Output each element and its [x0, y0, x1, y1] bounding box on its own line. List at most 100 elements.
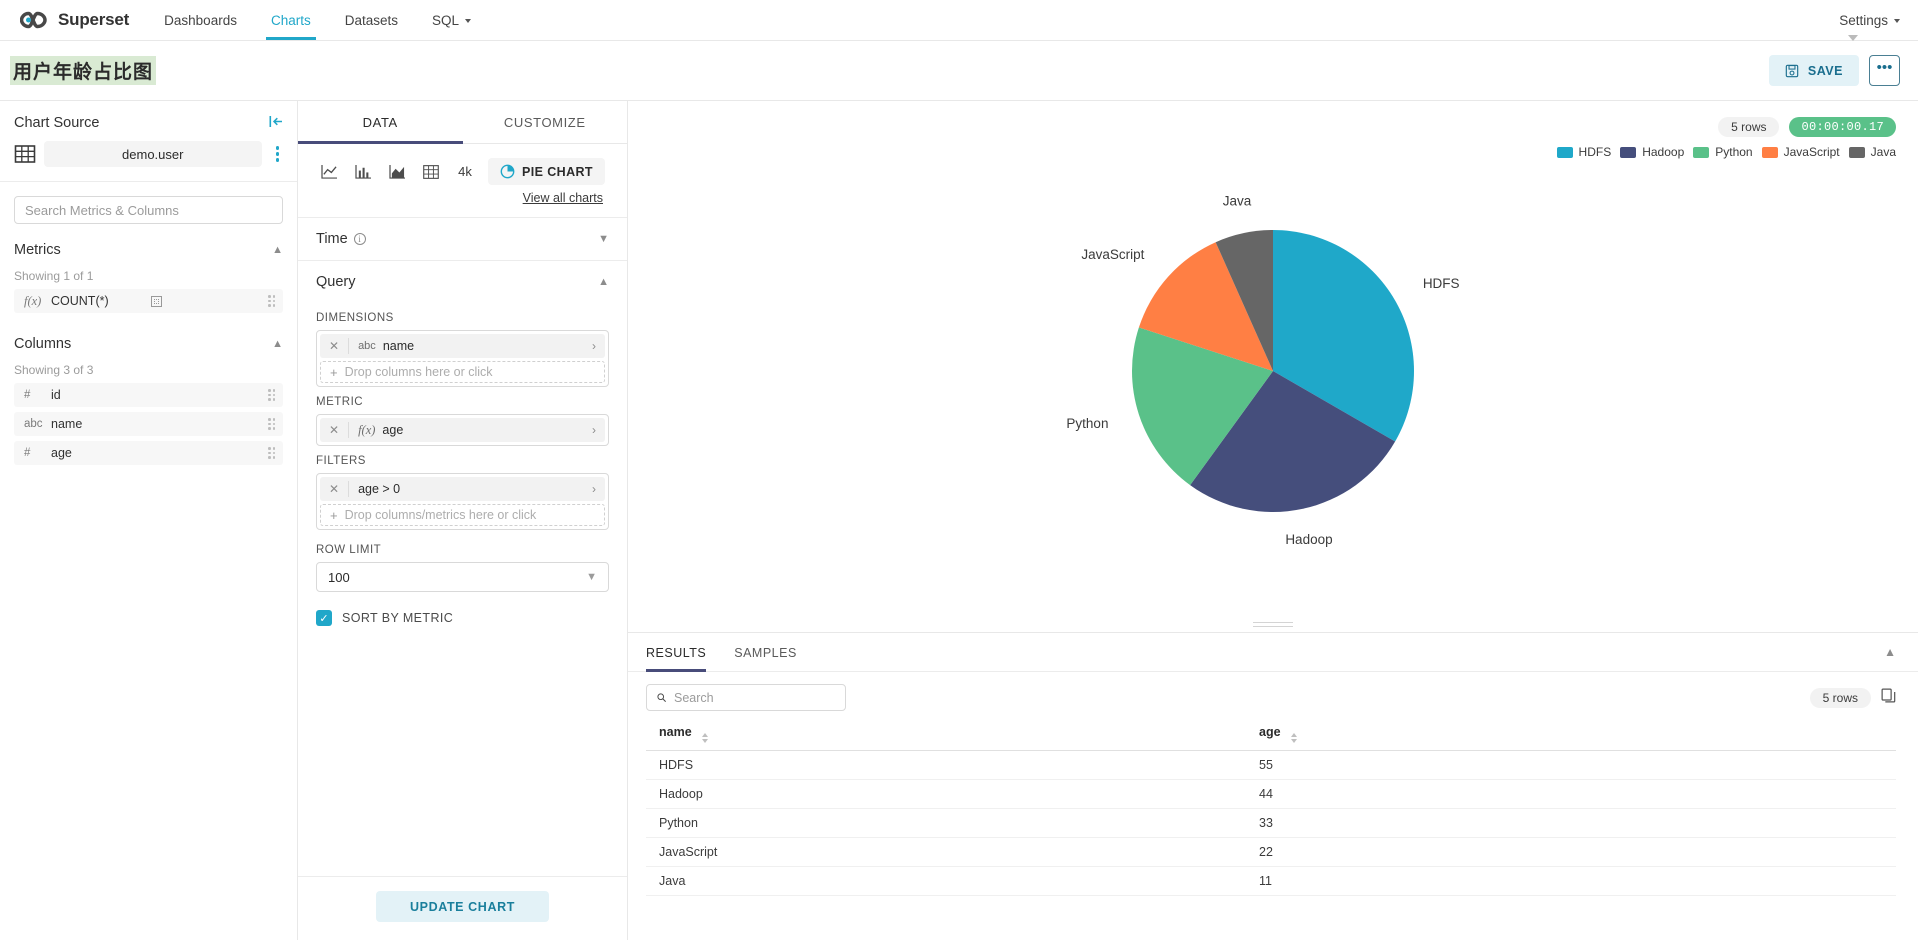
view-all-charts-link[interactable]: View all charts	[298, 185, 627, 205]
drag-handle-icon[interactable]	[268, 447, 275, 459]
line-chart-icon[interactable]	[314, 159, 344, 185]
nav-settings-menu[interactable]: Settings	[1839, 0, 1918, 40]
more-options-button[interactable]: •••	[1869, 55, 1900, 86]
column-header-age[interactable]: age	[1246, 721, 1896, 751]
nav-link-datasets-label: Datasets	[344, 12, 398, 28]
nav-link-dashboards[interactable]: Dashboards	[147, 0, 254, 40]
title-bar-actions: SAVE •••	[1768, 55, 1900, 86]
drag-handle-icon[interactable]	[268, 418, 275, 430]
columns-section-title: Columns	[14, 336, 72, 352]
row-limit-select[interactable]: 100 ▼	[316, 562, 609, 592]
table-row[interactable]: Java 11	[646, 866, 1896, 896]
table-row[interactable]: Python 33	[646, 808, 1896, 838]
dimensions-dropzone[interactable]: + Drop columns here or click	[320, 361, 605, 383]
query-section-header[interactable]: Query ▲	[298, 260, 627, 303]
dimensions-dropzone-label: Drop columns here or click	[344, 365, 493, 379]
page-title[interactable]: 用户年龄占比图	[10, 56, 157, 85]
metrics-section-header[interactable]: Metrics ▲	[0, 224, 297, 258]
table-icon[interactable]	[416, 159, 446, 185]
remove-icon[interactable]: ✕	[320, 423, 348, 437]
remove-icon[interactable]: ✕	[320, 482, 348, 496]
collapse-panel-icon[interactable]	[269, 115, 283, 130]
metric-type-icon: f(x)	[24, 293, 42, 308]
columns-section-header[interactable]: Columns ▲	[0, 318, 297, 352]
chevron-right-icon[interactable]: ›	[583, 482, 605, 496]
panel-resize-handle[interactable]	[628, 616, 1918, 632]
collapse-results-icon[interactable]: ▲	[1884, 645, 1896, 659]
filters-dropzone[interactable]: + Drop columns/metrics here or click	[320, 504, 605, 526]
nav-link-charts[interactable]: Charts	[254, 0, 328, 40]
search-metrics-columns-input[interactable]	[14, 196, 283, 224]
table-row[interactable]: JavaScript 22	[646, 837, 1896, 867]
bar-chart-icon[interactable]	[348, 159, 378, 185]
metric-pill-age[interactable]: ✕ f(x) age ›	[320, 418, 605, 442]
chart-preview-area: 5 rows 00:00:00.17 HDFS Hadoop Python Ja…	[628, 101, 1918, 940]
results-search-box[interactable]	[646, 684, 846, 711]
legend-item-python[interactable]: Python	[1693, 145, 1753, 159]
metrics-search-wrapper	[0, 182, 297, 224]
metric-item-label: COUNT(*)	[51, 294, 109, 308]
table-row[interactable]: Hadoop 44	[646, 779, 1896, 809]
chevron-down-icon	[465, 19, 472, 23]
update-chart-button[interactable]: UPDATE CHART	[376, 891, 549, 922]
sort-icon[interactable]	[1291, 733, 1298, 743]
tab-samples[interactable]: SAMPLES	[734, 633, 797, 671]
results-search-input[interactable]	[674, 690, 835, 705]
pie-chart[interactable]: HDFS Hadoop Python JavaScript Java	[773, 171, 1773, 571]
chevron-right-icon[interactable]: ›	[583, 423, 605, 437]
filter-pill-age-gt-0[interactable]: ✕ age > 0 ›	[320, 477, 605, 501]
main-content: Chart Source demo.user Search Metrics & …	[0, 101, 1918, 940]
chevron-right-icon[interactable]: ›	[583, 339, 605, 353]
nav-link-charts-label: Charts	[270, 12, 311, 28]
query-controls: DIMENSIONS ✕ abc name › + Drop columns h…	[298, 303, 627, 626]
metric-name: age	[382, 423, 404, 437]
viz-type-pie-chart-selected[interactable]: PIE CHART	[488, 158, 605, 185]
area-chart-icon[interactable]	[382, 159, 412, 185]
metric-item-count-star[interactable]: f(x) COUNT(*)	[14, 289, 283, 313]
legend-item-java[interactable]: Java	[1848, 145, 1896, 159]
dataset-menu-kebab-icon[interactable]	[270, 144, 286, 164]
dimension-pill-name[interactable]: ✕ abc name ›	[320, 334, 605, 358]
legend-item-hadoop[interactable]: Hadoop	[1620, 145, 1684, 159]
column-header-name[interactable]: name	[646, 721, 1246, 751]
chevron-down-icon: ▼	[586, 571, 597, 583]
copy-icon[interactable]	[1881, 688, 1896, 708]
table-row[interactable]: HDFS 55	[646, 750, 1896, 780]
info-icon[interactable]: i	[353, 233, 366, 245]
tab-data[interactable]: DATA	[298, 101, 463, 144]
pie-chart-icon	[500, 164, 515, 179]
sort-by-metric-checkbox-row[interactable]: ✓ SORT BY METRIC	[316, 610, 609, 626]
legend-item-javascript[interactable]: JavaScript	[1761, 145, 1840, 159]
tab-results[interactable]: RESULTS	[646, 633, 707, 672]
save-button[interactable]: SAVE	[1768, 55, 1859, 86]
dataset-name-pill[interactable]: demo.user	[44, 141, 262, 167]
chevron-up-icon[interactable]: ▲	[272, 244, 283, 256]
big-number-icon[interactable]: 4k	[450, 159, 480, 185]
column-item-id[interactable]: # id	[14, 383, 283, 407]
column-item-age[interactable]: # age	[14, 441, 283, 465]
nav-link-sql-label: SQL	[432, 12, 460, 28]
filters-dropbox: ✕ age > 0 › + Drop columns/metrics here …	[316, 473, 609, 530]
drag-handle-icon[interactable]	[268, 295, 275, 307]
remove-icon[interactable]: ✕	[320, 339, 348, 353]
column-item-name[interactable]: abc name	[14, 412, 283, 436]
chart-title-bar: 用户年龄占比图 SAVE •••	[0, 35, 1918, 101]
nav-link-sql[interactable]: SQL	[415, 0, 488, 40]
nav-link-datasets[interactable]: Datasets	[328, 0, 415, 40]
legend-item-hdfs[interactable]: HDFS	[1556, 145, 1611, 159]
column-header-name-label: name	[659, 725, 692, 739]
chevron-down-icon[interactable]: ▼	[598, 233, 609, 245]
sort-by-metric-checkbox[interactable]: ✓	[316, 610, 332, 626]
time-section-header[interactable]: Time i ▼	[298, 217, 627, 260]
drag-handle-icon[interactable]	[268, 389, 275, 401]
results-header-row: name age	[646, 721, 1896, 751]
cell-age: 33	[1246, 808, 1896, 838]
sort-icon[interactable]	[702, 733, 709, 743]
certified-metric-icon	[150, 295, 162, 307]
chevron-up-icon[interactable]: ▲	[272, 338, 283, 350]
superset-logo-brand[interactable]: Superset	[0, 0, 147, 40]
chevron-up-icon[interactable]: ▲	[598, 276, 609, 288]
tab-customize[interactable]: CUSTOMIZE	[463, 101, 628, 143]
legend-label: JavaScript	[1783, 145, 1840, 159]
nav-links: Dashboards Charts Datasets SQL	[147, 0, 488, 40]
